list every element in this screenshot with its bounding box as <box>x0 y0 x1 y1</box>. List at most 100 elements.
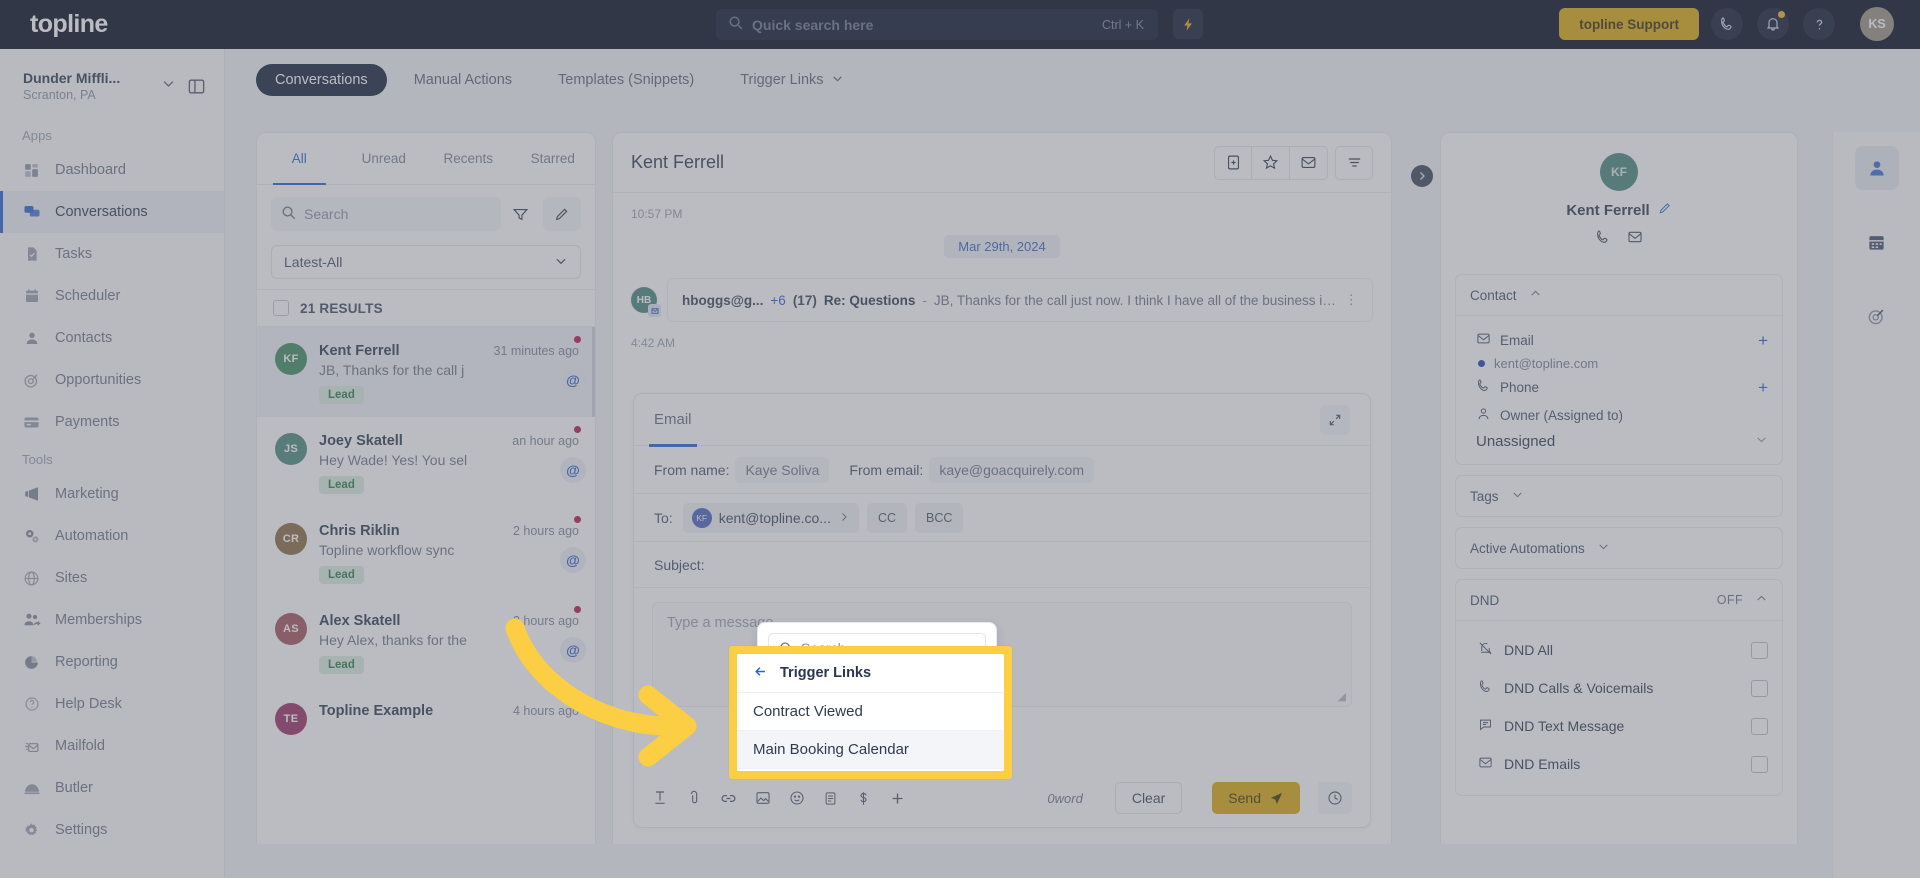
message-summary[interactable]: hboggs@g... +6 (17) Re: Questions - JB, … <box>667 278 1373 322</box>
sidebar-item-help-desk[interactable]: Help Desk <box>0 683 224 725</box>
conversation-item[interactable]: CR Chris Riklin 2 hours ago Topline work… <box>257 507 595 597</box>
clear-button[interactable]: Clear <box>1114 782 1183 814</box>
back-arrow-icon[interactable] <box>753 664 768 683</box>
conversation-search-input[interactable]: Search <box>271 197 501 231</box>
tab-manual-actions[interactable]: Manual Actions <box>395 64 531 96</box>
add-more-icon[interactable] <box>889 790 906 807</box>
more-options-icon[interactable]: ⋮ <box>1345 292 1359 308</box>
dnd-checkbox[interactable] <box>1751 641 1768 659</box>
dnd-row-all[interactable]: DND All <box>1456 631 1782 669</box>
card-header[interactable]: Active Automations <box>1456 528 1782 568</box>
sidebar-item-dashboard[interactable]: Dashboard <box>0 149 224 191</box>
tab-trigger-links[interactable]: Trigger Links <box>721 64 862 96</box>
card-header[interactable]: DND OFF <box>1456 580 1782 620</box>
dnd-row-emails[interactable]: DND Emails <box>1456 745 1782 783</box>
active-automations-card[interactable]: Active Automations <box>1455 527 1783 569</box>
call-button[interactable] <box>1711 8 1743 40</box>
dnd-checkbox[interactable] <box>1751 679 1768 697</box>
sidebar-item-memberships[interactable]: Memberships <box>0 599 224 641</box>
tab-conversations[interactable]: Conversations <box>256 64 387 96</box>
mark-unread-button[interactable] <box>1290 145 1328 180</box>
send-button[interactable]: Send <box>1212 782 1300 814</box>
card-header[interactable]: Tags <box>1456 476 1782 516</box>
rail-tab-appointments[interactable] <box>1855 220 1899 264</box>
recipient-chip[interactable]: KF kent@topline.co... <box>682 502 859 533</box>
toggle-panel-button[interactable] <box>182 77 210 96</box>
sidebar-item-butler[interactable]: Butler <box>0 767 224 809</box>
global-search[interactable]: Quick search here Ctrl + K <box>716 9 1158 40</box>
trigger-link-option-contract-viewed[interactable]: Contract Viewed <box>737 693 1004 731</box>
compose-button[interactable] <box>543 197 581 231</box>
rail-tab-opportunities[interactable] <box>1855 294 1899 338</box>
trigger-link-option-main-booking-calendar[interactable]: Main Booking Calendar <box>737 731 1004 769</box>
chevron-up-icon[interactable] <box>1755 592 1768 608</box>
collapse-right-panel-button[interactable] <box>1411 165 1433 187</box>
sidebar-item-sites[interactable]: Sites <box>0 557 224 599</box>
chevron-down-icon[interactable] <box>161 76 176 96</box>
add-note-button[interactable] <box>1214 145 1252 180</box>
app-logo[interactable]: topline <box>30 10 108 39</box>
org-switcher[interactable]: Dunder Miffli... Scranton, PA <box>14 63 147 109</box>
sidebar-item-payments[interactable]: Payments <box>0 401 224 443</box>
filter-tab-recents[interactable]: Recents <box>426 133 511 184</box>
schedule-send-button[interactable] <box>1318 782 1352 814</box>
sidebar-item-reporting[interactable]: Reporting <box>0 641 224 683</box>
sidebar-item-contacts[interactable]: Contacts <box>0 317 224 359</box>
add-phone-button[interactable]: + <box>1758 379 1768 396</box>
chevron-up-icon[interactable] <box>1529 287 1542 303</box>
tab-templates-snippets[interactable]: Templates (Snippets) <box>539 64 713 96</box>
resize-handle-icon[interactable]: ◢ <box>1338 690 1346 703</box>
filter-tab-starred[interactable]: Starred <box>511 133 596 184</box>
from-name-value[interactable]: Kaye Soliva <box>735 456 830 483</box>
sidebar-item-marketing[interactable]: Marketing <box>0 473 224 515</box>
bcc-button[interactable]: BCC <box>915 502 964 533</box>
sidebar-item-tasks[interactable]: Tasks <box>0 233 224 275</box>
sidebar-item-automation[interactable]: Automation <box>0 515 224 557</box>
payment-icon[interactable] <box>856 791 871 806</box>
support-button[interactable]: topline Support <box>1559 8 1699 40</box>
owner-select[interactable]: Unassigned <box>1456 429 1782 452</box>
from-email-value[interactable]: kaye@goacquirely.com <box>929 456 1094 483</box>
sort-select[interactable]: Latest-All <box>271 245 581 279</box>
notifications-button[interactable] <box>1757 8 1789 40</box>
dnd-checkbox[interactable] <box>1751 717 1768 735</box>
email-icon[interactable] <box>1627 229 1643 250</box>
filter-tab-unread[interactable]: Unread <box>342 133 427 184</box>
filter-button[interactable] <box>501 197 539 231</box>
composer-subject-row[interactable]: Subject: <box>634 542 1370 588</box>
chevron-down-icon[interactable] <box>1597 540 1610 556</box>
select-all-checkbox[interactable] <box>273 300 289 316</box>
call-icon[interactable] <box>1595 229 1611 250</box>
dnd-checkbox[interactable] <box>1751 755 1768 773</box>
filter-tab-all[interactable]: All <box>257 133 342 185</box>
conversation-item[interactable]: KF Kent Ferrell 31 minutes ago JB, Thank… <box>257 327 595 417</box>
template-icon[interactable] <box>823 791 838 806</box>
email-value-row[interactable]: kent@topline.com <box>1456 354 1782 373</box>
sidebar-item-opportunities[interactable]: Opportunities <box>0 359 224 401</box>
quick-actions-button[interactable] <box>1173 9 1203 39</box>
add-email-button[interactable]: + <box>1758 332 1768 349</box>
star-button[interactable] <box>1252 145 1290 180</box>
sidebar-item-settings[interactable]: Settings <box>0 809 224 851</box>
sidebar-item-mailfold[interactable]: Mailfold <box>0 725 224 767</box>
emoji-icon[interactable] <box>789 790 805 806</box>
sidebar-item-scheduler[interactable]: Scheduler <box>0 275 224 317</box>
help-button[interactable] <box>1803 8 1835 40</box>
chevron-right-icon[interactable] <box>838 510 850 526</box>
conversation-item[interactable]: JS Joey Skatell an hour ago Hey Wade! Ye… <box>257 417 595 507</box>
tags-card[interactable]: Tags <box>1455 475 1783 517</box>
chevron-down-icon[interactable] <box>1511 488 1524 504</box>
rail-tab-contact[interactable] <box>1854 146 1899 190</box>
collapse-composer-button[interactable] <box>1320 404 1350 435</box>
trigger-links-header[interactable]: Trigger Links <box>737 654 1004 693</box>
edit-contact-icon[interactable] <box>1658 201 1672 219</box>
filter-messages-button[interactable] <box>1335 145 1373 180</box>
card-header[interactable]: Contact <box>1456 275 1782 315</box>
thread-message[interactable]: HB hboggs@g... +6 (17) Re: Questions - J… <box>631 278 1373 322</box>
sidebar-item-conversations[interactable]: Conversations <box>0 191 224 233</box>
cc-button[interactable]: CC <box>866 502 908 533</box>
user-avatar[interactable]: KS <box>1860 7 1894 41</box>
dnd-row-text[interactable]: DND Text Message <box>1456 707 1782 745</box>
dnd-row-calls[interactable]: DND Calls & Voicemails <box>1456 669 1782 707</box>
composer-tab-email[interactable]: Email <box>649 394 696 447</box>
